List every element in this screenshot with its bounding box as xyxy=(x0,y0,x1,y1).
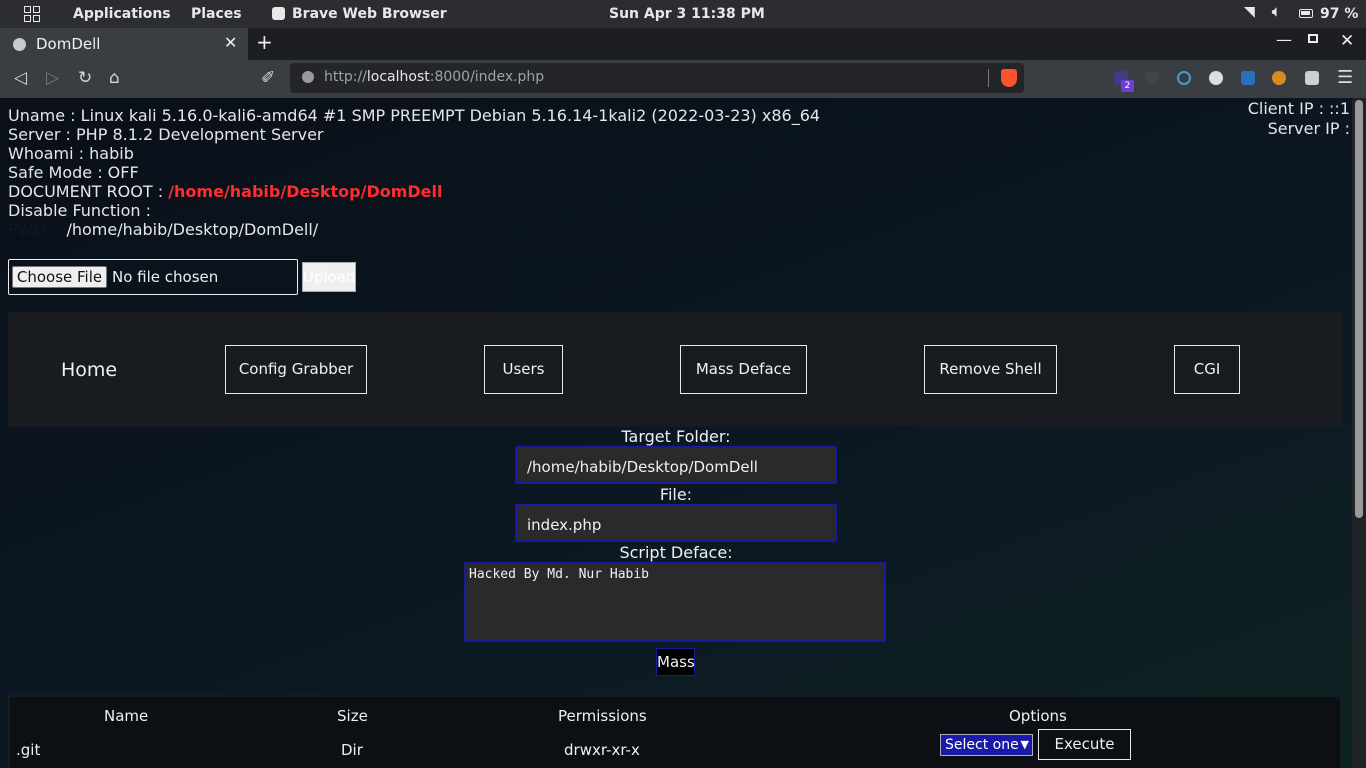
window-close-icon[interactable]: ✕ xyxy=(1340,31,1354,51)
script-deface-textarea[interactable]: Hacked By Md. Nur Habib xyxy=(464,562,886,642)
editor-extension-icon[interactable] xyxy=(1272,71,1286,85)
remove-shell-button[interactable]: Remove Shell xyxy=(924,345,1057,394)
minimize-icon[interactable]: — xyxy=(1276,30,1292,49)
home-icon[interactable]: ⌂ xyxy=(109,68,120,88)
wifi-icon[interactable]: ◥ xyxy=(1244,4,1255,20)
column-header-name: Name xyxy=(104,707,149,725)
translate-extension-icon[interactable] xyxy=(1241,71,1255,85)
url-divider xyxy=(988,69,989,87)
document-root-line: DOCUMENT ROOT : /home/habib/Desktop/DomD… xyxy=(8,182,443,201)
target-folder-label: Target Folder: xyxy=(621,427,731,446)
file-table: Name Size Permissions Options .git Dir d… xyxy=(8,695,1342,768)
browser-toolbar: ◁ ▷ ↻ ⌂ ✐ http://localhost:8000/index.ph… xyxy=(0,60,1366,98)
file-name-input[interactable]: index.php xyxy=(515,504,837,542)
new-tab-icon[interactable]: + xyxy=(256,30,273,54)
extensions-puzzle-icon[interactable] xyxy=(1305,71,1319,85)
file-input[interactable]: Choose File No file chosen xyxy=(8,259,298,295)
safe-mode-line: Safe Mode : OFF xyxy=(8,163,139,182)
file-size-cell: Dir xyxy=(341,741,363,759)
server-ip: Server IP : xyxy=(1267,119,1350,138)
extension-badge: 2 xyxy=(1121,80,1134,92)
file-name-cell[interactable]: .git xyxy=(16,741,40,759)
tab-title: DomDell xyxy=(36,35,101,53)
nav-home-link[interactable]: Home xyxy=(61,359,117,381)
options-select[interactable]: Select one ▼ xyxy=(940,734,1033,756)
site-info-icon[interactable] xyxy=(302,71,314,83)
active-app-label[interactable]: Brave Web Browser xyxy=(292,6,447,22)
app-grid-icon[interactable] xyxy=(24,6,40,22)
hat-extension-icon[interactable] xyxy=(1145,71,1159,85)
client-ip: Client IP : ::1 xyxy=(1247,99,1350,118)
column-header-options: Options xyxy=(1009,707,1067,725)
mass-deface-button[interactable]: Mass Deface xyxy=(680,345,807,394)
cgi-button[interactable]: CGI xyxy=(1174,345,1240,394)
mass-button[interactable]: Mass xyxy=(656,648,695,676)
chevron-down-icon: ▼ xyxy=(1020,738,1029,751)
battery-icon[interactable] xyxy=(1299,9,1313,18)
target-folder-input[interactable]: /home/habib/Desktop/DomDell xyxy=(515,446,837,484)
forward-icon[interactable]: ▷ xyxy=(46,68,59,88)
no-file-text: No file chosen xyxy=(112,268,219,286)
path-label: PWD : xyxy=(8,220,57,239)
maximize-icon[interactable] xyxy=(1308,34,1318,43)
url-text[interactable]: http://localhost:8000/index.php xyxy=(324,69,544,85)
script-deface-label: Script Deface: xyxy=(619,543,733,562)
browser-tab[interactable]: DomDell ✕ xyxy=(0,28,248,60)
file-label: File: xyxy=(659,485,693,504)
back-icon[interactable]: ◁ xyxy=(14,68,27,88)
file-permissions-cell[interactable]: drwxr-xr-x xyxy=(564,741,640,759)
tool-nav-panel: Home Config Grabber Users Mass Deface Re… xyxy=(8,312,1342,427)
server-info: Uname : Linux kali 5.16.0-kali6-amd64 #1… xyxy=(8,106,820,239)
wappalyzer-extension-icon[interactable] xyxy=(1177,71,1191,85)
clock[interactable]: Sun Apr 3 11:38 PM xyxy=(609,6,765,22)
brave-app-icon xyxy=(272,7,285,20)
uname-line: Uname : Linux kali 5.16.0-kali6-amd64 #1… xyxy=(8,106,821,125)
document-root-value[interactable]: /home/habib/Desktop/DomDell xyxy=(168,182,442,201)
users-button[interactable]: Users xyxy=(484,345,563,394)
page-scrollbar[interactable] xyxy=(1352,98,1366,768)
system-top-bar: Applications Places Brave Web Browser Su… xyxy=(0,0,1366,28)
whoami-line: Whoami : habib xyxy=(8,144,134,163)
ip-info: Client IP : ::1 Server IP : xyxy=(1248,99,1350,139)
upload-button[interactable]: Upload xyxy=(302,262,356,292)
applications-menu[interactable]: Applications xyxy=(73,6,171,22)
browser-tab-bar: DomDell ✕ + — ✕ xyxy=(0,28,1366,60)
path-line: PWD : /home/habib/Desktop/DomDell/ xyxy=(8,220,820,239)
path-value[interactable]: /home/habib/Desktop/DomDell/ xyxy=(66,220,318,239)
address-bar[interactable]: http://localhost:8000/index.php xyxy=(290,63,1024,93)
column-header-permissions: Permissions xyxy=(558,707,647,725)
scrollbar-thumb[interactable] xyxy=(1355,100,1363,518)
hamburger-menu-icon[interactable]: ☰ xyxy=(1337,67,1353,88)
config-grabber-button[interactable]: Config Grabber xyxy=(225,345,367,394)
choose-file-button[interactable]: Choose File xyxy=(12,266,107,288)
reload-icon[interactable]: ↻ xyxy=(78,68,92,88)
places-menu[interactable]: Places xyxy=(191,6,242,22)
globe-icon xyxy=(13,38,26,51)
disable-function-line: Disable Function : xyxy=(8,201,151,220)
bookmark-icon[interactable]: ✐ xyxy=(261,68,275,88)
execute-button[interactable]: Execute xyxy=(1038,729,1131,760)
close-tab-icon[interactable]: ✕ xyxy=(224,33,237,52)
server-line: Server : PHP 8.1.2 Development Server xyxy=(8,125,324,144)
column-header-size: Size xyxy=(337,707,368,725)
volume-icon[interactable]: 🔈︎ xyxy=(1272,4,1280,20)
battery-percent[interactable]: 97 % xyxy=(1320,6,1358,22)
cookie-extension-icon[interactable] xyxy=(1209,71,1223,85)
web-page: Uname : Linux kali 5.16.0-kali6-amd64 #1… xyxy=(0,98,1352,768)
brave-shields-icon[interactable] xyxy=(1001,69,1017,87)
